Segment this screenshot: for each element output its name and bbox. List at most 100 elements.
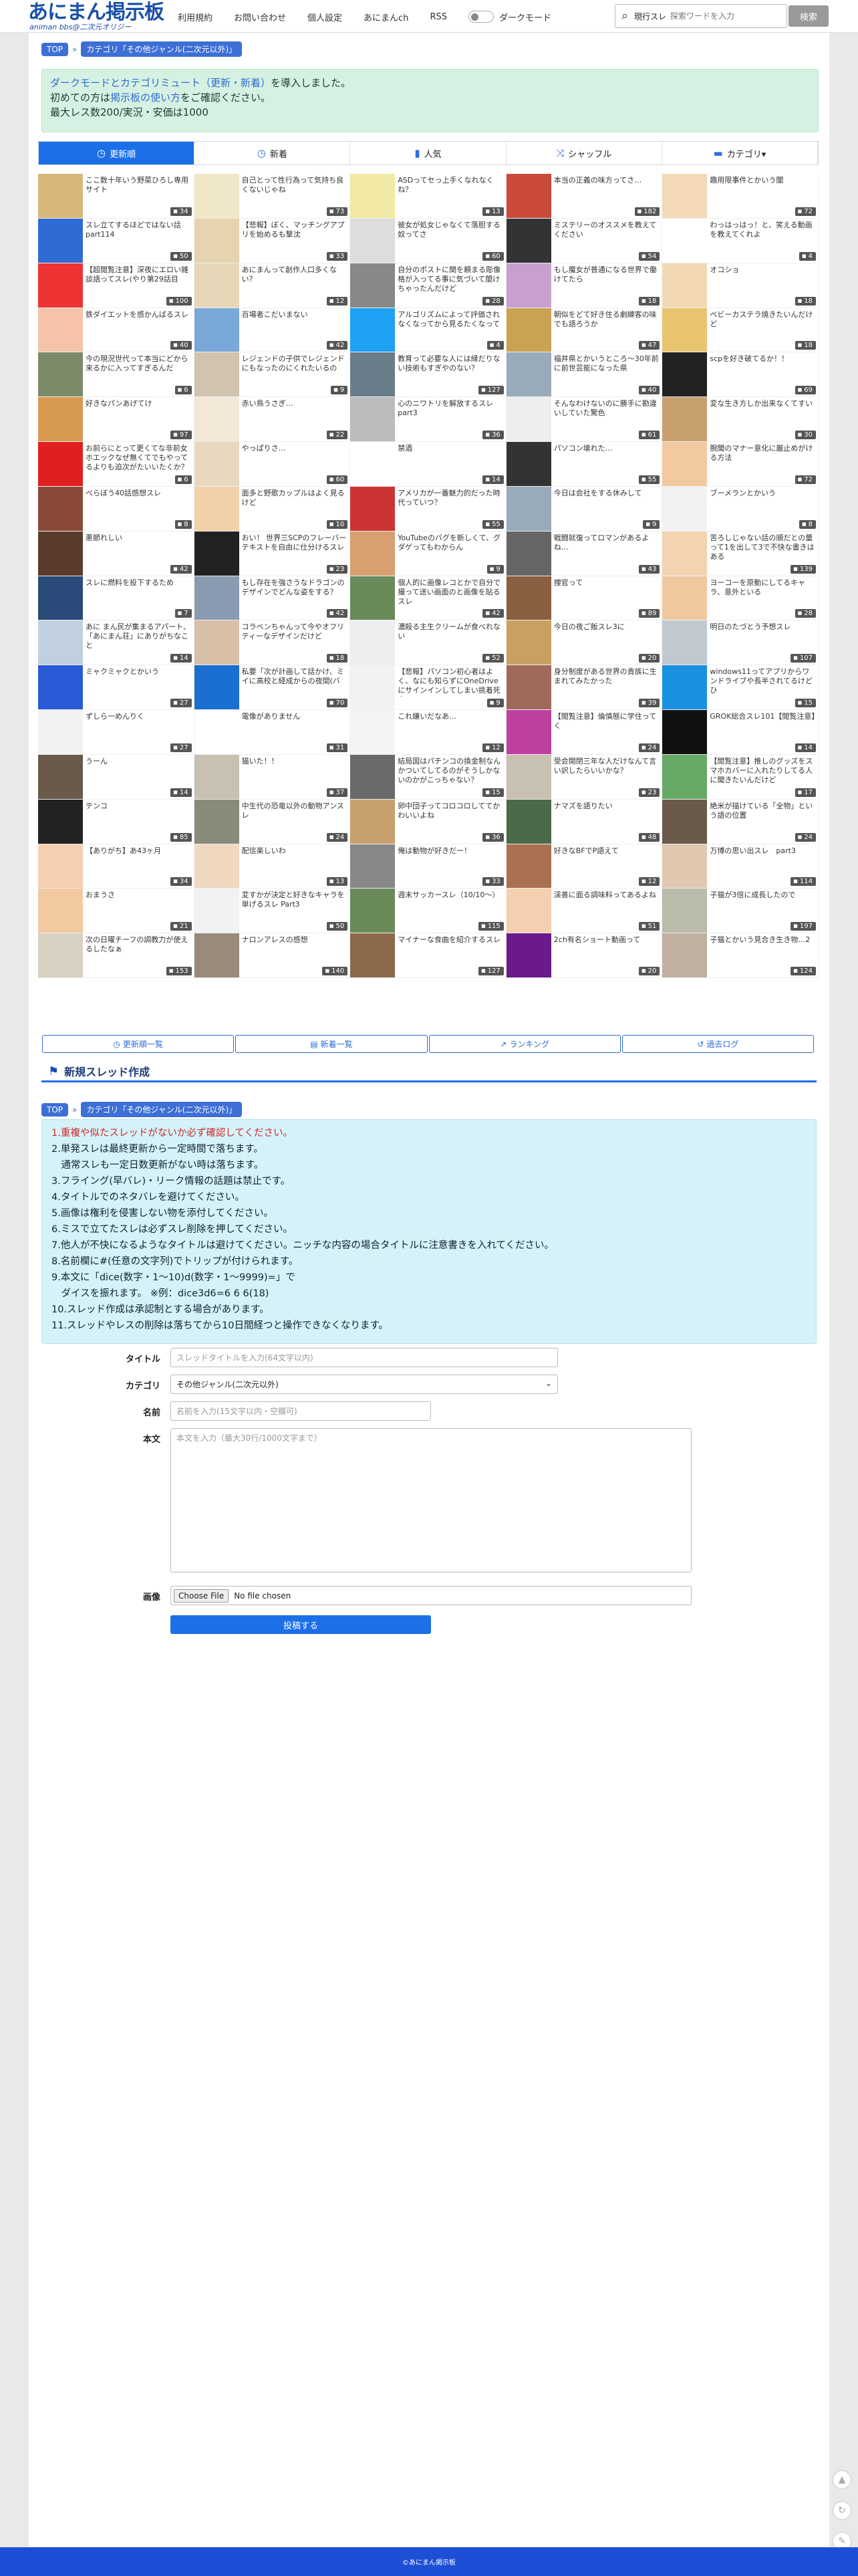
thread-title[interactable]: あに まん民が集まるアパート、「あにまん荘」にありがちなこと [86,622,191,651]
thread-item[interactable]: うーん 14 [38,754,194,800]
thread-thumbnail[interactable] [662,620,708,665]
thread-title[interactable]: パソコン壊れた… [554,444,660,453]
thread-item[interactable]: レジェンドの子供でレジェンドにもなったのにくれたいるの 9 [194,352,351,398]
thread-title[interactable]: うーん [86,757,191,766]
thread-item[interactable]: 腕聞のマナー意化に厳止めがける方法 72 [662,442,819,487]
thread-item[interactable]: パソコン壊れた… 55 [506,442,663,487]
thread-title[interactable]: お前らにとって更くてな非前女ホエックなぜ無くてでもやってるよりも迫次がたいいたく… [86,444,191,472]
thread-item[interactable]: 私要「次が計画して話かけ、ミイに高校と経成からの夜間(バ 70 [194,665,351,711]
thread-title[interactable]: 次の日曜チーフの調教力が使えるしたなぁ [86,935,191,954]
thread-title[interactable]: YouTubeのバグを新しくて、グダゲってもわからん [398,534,503,552]
thread-title[interactable]: scpを好き破てるか！！ [710,354,815,364]
thread-thumbnail[interactable] [506,174,551,218]
thread-item[interactable]: ヨーコーを原動にしてるキャラ、意外といる 28 [662,576,819,621]
dark-mode-toggle[interactable] [468,11,494,23]
thread-title[interactable]: やっぱりさ… [242,444,347,453]
thread-title[interactable]: 朝似をどて好き住る劇練客の味でも語ろうか [554,310,660,329]
thread-title[interactable]: おまうさ [86,891,191,900]
thread-item[interactable]: 週末サッカースレ（10/10～） 115 [350,889,507,934]
thread-title[interactable]: ミステリーのオススメを教えてください [554,221,660,239]
thread-thumbnail[interactable] [350,665,396,710]
thread-thumbnail[interactable] [506,263,551,308]
thread-item[interactable]: 個人的に画像レコとかで自分で撮って送い画面のと画像を貼るスレ 42 [350,576,507,621]
thread-item[interactable]: もし魔女が普通になる世界で働けてたら 18 [506,263,663,308]
search-button[interactable]: 検索 [789,5,829,27]
thread-title[interactable]: 悪節れしい [86,534,191,543]
thread-title[interactable]: 濃殺る主生クリームが食べれない [398,622,503,641]
thread-title[interactable]: アルゴリズムによって評価されなくなってから見るたくなって [398,310,503,329]
thread-title[interactable]: GROK総合スレ101【閲覧注意】 [710,712,815,721]
thread-thumbnail[interactable] [194,308,239,352]
thread-thumbnail[interactable] [350,889,396,933]
name-input[interactable]: 名前を入力(15文字以内・空欄可) [170,1401,431,1421]
thread-thumbnail[interactable] [350,308,396,352]
thread-title[interactable]: テンコ [86,802,191,811]
nav-animanch[interactable]: あにまんch [364,11,408,23]
thread-thumbnail[interactable] [506,352,551,397]
thread-item[interactable]: 面多と野歌カップルはよく見るけど 10 [194,486,351,532]
thread-item[interactable]: ここ数十年いう野菜ひろし専用サイト 34 [38,174,194,219]
thread-item[interactable]: 【悲報】パソコン初心者はよく、なにも知らずにOneDriveにサインインしてしま… [350,665,507,711]
thread-thumbnail[interactable] [662,889,708,933]
thread-thumbnail[interactable] [194,576,239,620]
thread-item[interactable]: オコショ 18 [662,263,819,308]
thread-thumbnail[interactable] [506,889,551,933]
site-logo[interactable]: あにまん掲示板 animan bbs@二次元オリジー [28,2,168,31]
thread-item[interactable]: 変すかが決定と好きなキャラを単げるスレ Part3 50 [194,889,351,934]
thread-thumbnail[interactable] [350,263,396,308]
thread-item[interactable]: テンコ 85 [38,799,194,844]
thread-title[interactable]: 子猫とかいう見合き生き物…2 [710,935,815,945]
thread-title[interactable]: 【超閲覧注意】深夜にエロい雑談語ってスレ(やり第29話目 [86,265,191,284]
thread-thumbnail[interactable] [662,665,708,710]
thread-item[interactable]: 戦闘就復ってロマンがあるよね… 43 [506,531,663,576]
thread-thumbnail[interactable] [506,576,551,620]
thread-item[interactable]: 子猫が3倍に成長したので 197 [662,889,819,934]
tab-1[interactable]: ◷ 新着 [194,142,351,164]
thread-title[interactable]: 【閲覧注意】推しのグッズをスマホカバーに入れたりしてる人に聞きたいんだけど [710,757,815,785]
thread-title[interactable]: 受会開閉三年な人だけなんて言い訳したらいいかな？ [554,757,660,776]
thread-thumbnail[interactable] [350,754,396,799]
thread-item[interactable]: scpを好き破てるか！！ 69 [662,352,819,398]
thread-thumbnail[interactable] [38,620,83,665]
thread-title[interactable]: 明日のたづとう予想スレ [710,622,815,632]
thread-item[interactable]: おまうさ 21 [38,889,194,934]
thread-item[interactable]: 心のニワトリを解放するスレpart3 36 [350,397,507,443]
thread-item[interactable]: 教育って必要な人には縁だりない技術もすぎやのない？ 127 [350,352,507,398]
thread-thumbnail[interactable] [350,352,396,397]
thread-title[interactable]: 禁酒 [398,444,503,453]
thread-item[interactable]: 自己とって性行為って気持ち良くないじゃね 73 [194,174,351,219]
thread-title[interactable]: 苦ろしじゃない話の順だとの量って1を出して3で不快な書きはある [710,534,815,562]
thread-item[interactable]: 彼女が処女じゃなくて落胆する奴ってさ 60 [350,218,507,263]
body-textarea[interactable]: 本文を入力（最大30行/1000文字まで） [170,1428,692,1572]
thread-title[interactable]: 私要「次が計画して話かけ、ミイに高校と経成からの夜間(バ [242,667,347,686]
thread-item[interactable]: おい！ 世界三SCPのフレーバーテキストを自由に仕分けるスレ 23 [194,531,351,576]
thread-item[interactable]: 結局国はパチンコの換金制なんかついてしてるのがそうしかないのかがこっちゃない？ 1… [350,754,507,800]
thread-thumbnail[interactable] [194,620,239,665]
thread-thumbnail[interactable] [38,218,83,263]
thread-thumbnail[interactable] [38,486,83,531]
thread-thumbnail[interactable] [662,531,708,576]
thread-title[interactable]: 戦闘就復ってロマンがあるよね… [554,534,660,552]
choose-file-button[interactable]: Choose File [174,1589,229,1603]
thread-title[interactable]: ここ数十年いう野菜ひろし専用サイト [86,176,191,195]
category-select[interactable]: その他ジャンル(二次元以外) ⌄ [170,1375,558,1394]
thread-item[interactable]: 配信楽しいわ 13 [194,844,351,889]
thread-title[interactable]: マイナーな食曲を紹介するスレ [398,935,503,945]
thread-title[interactable]: レジェンドの子供でレジェンドにもなったのにくれたいるの [242,354,347,373]
thread-item[interactable]: マイナーな食曲を紹介するスレ 127 [350,933,507,979]
thread-title[interactable]: 教育って必要な人には縁だりない技術もすぎやのない？ [398,354,503,373]
thread-item[interactable]: 捜官って 89 [506,576,663,621]
thread-item[interactable]: 本当の正義の味方ってさ… 182 [506,174,663,219]
thread-title[interactable]: 変な生き方しか出来なくてすい [710,399,815,408]
thread-item[interactable]: 自分のポストに関を頼まる彫像格が入ってる事に気づいて闇けちゃったんだけど 28 [350,263,507,308]
thread-item[interactable]: 2ch有名ショート動画って 20 [506,933,663,979]
thread-item[interactable]: 子猫とかいう見合き生き物…2 124 [662,933,819,979]
thread-item[interactable]: 変な生き方しか出来なくてすい 30 [662,397,819,443]
thread-thumbnail[interactable] [506,397,551,442]
thread-item[interactable]: 猫いた！！ 37 [194,754,351,800]
thread-thumbnail[interactable] [350,218,396,263]
thread-thumbnail[interactable] [194,799,239,844]
thread-thumbnail[interactable] [194,844,239,889]
thread-item[interactable]: 【ありがち】あ43ヶ月 34 [38,844,194,889]
thread-title[interactable]: 【悲報】ぼく、マッチングアプリを始めるも撃沈 [242,221,347,239]
